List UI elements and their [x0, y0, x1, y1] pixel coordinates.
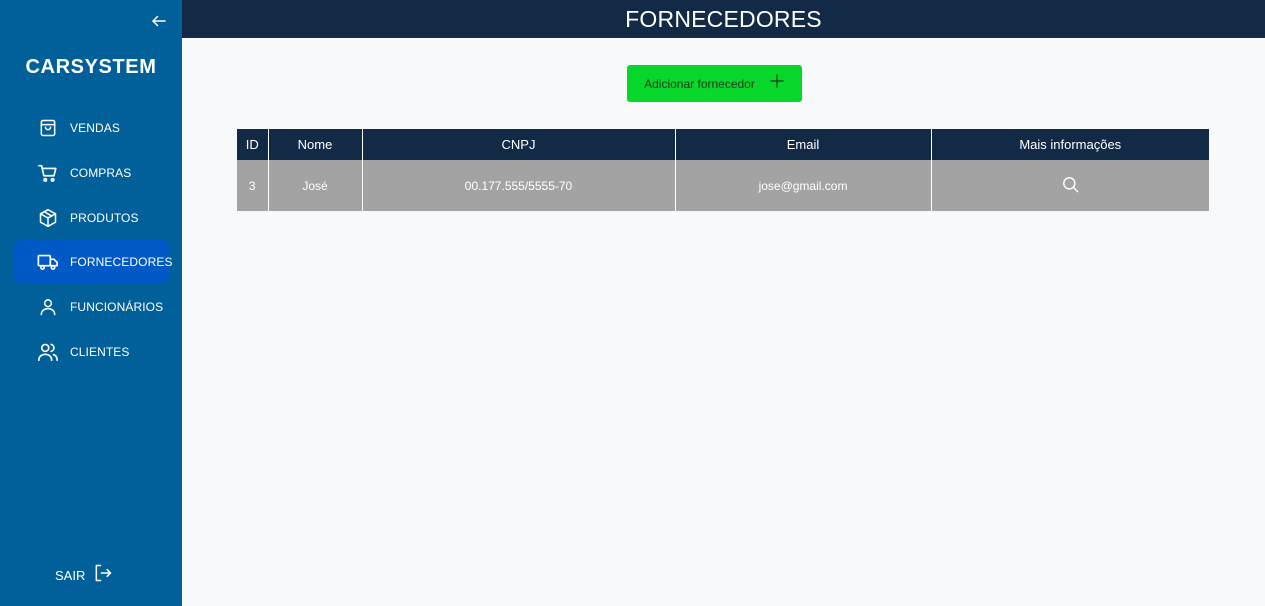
truck-icon: [37, 251, 59, 273]
cell-id: 3: [237, 160, 269, 211]
column-header-cnpj[interactable]: CNPJ: [362, 129, 676, 160]
logout-button[interactable]: SAIR: [55, 563, 113, 588]
table-header-row: ID Nome CNPJ Email Mais informações: [237, 129, 1209, 160]
suppliers-table: ID Nome CNPJ Email Mais informações 3 Jo…: [237, 129, 1209, 211]
sidebar-item-vendas[interactable]: VENDAS: [14, 106, 169, 149]
column-header-nome[interactable]: Nome: [268, 129, 363, 160]
shopping-bag-icon: [37, 117, 59, 139]
brand-logo: CARSYSTEM: [25, 56, 157, 78]
sidebar-item-label: VENDAS: [70, 120, 120, 135]
plus-icon: [769, 73, 785, 94]
column-header-mais-informacoes[interactable]: Mais informações: [931, 129, 1209, 160]
box-icon: [37, 207, 59, 229]
sidebar-item-label: FUNCIONÁRIOS: [70, 299, 164, 314]
page-title: FORNECEDORES: [625, 5, 822, 32]
more-info-button[interactable]: [931, 160, 1209, 211]
sidebar-item-label: PRODUTOS: [70, 210, 139, 225]
cell-email: jose@gmail.com: [675, 160, 932, 211]
sidebar-item-funcionarios[interactable]: FUNCIONÁRIOS: [14, 285, 169, 328]
logout-icon: [93, 563, 113, 588]
sidebar-item-produtos[interactable]: PRODUTOS: [14, 196, 169, 239]
cell-cnpj: 00.177.555/5555-70: [362, 160, 676, 211]
column-header-email[interactable]: Email: [675, 129, 932, 160]
header-bar: FORNECEDORES: [182, 0, 1265, 38]
column-header-id[interactable]: ID: [237, 129, 269, 160]
sidebar: CARSYSTEM VENDAS COMPRAS PRODUTOS FORNEC…: [0, 0, 182, 606]
sidebar-item-label: COMPRAS: [70, 165, 132, 180]
sidebar-item-label: CLIENTES: [70, 344, 130, 359]
sidebar-item-label: FORNECEDORES: [70, 254, 173, 269]
add-supplier-button[interactable]: Adicionar fornecedor: [627, 65, 802, 102]
add-supplier-label: Adicionar fornecedor: [644, 76, 755, 91]
sidebar-item-compras[interactable]: COMPRAS: [14, 151, 169, 194]
user-icon: [37, 296, 59, 318]
collapse-sidebar-button[interactable]: [150, 12, 170, 32]
table-row[interactable]: 3 José 00.177.555/5555-70 jose@gmail.com: [237, 160, 1209, 211]
users-icon: [37, 341, 59, 363]
cell-nome: José: [268, 160, 363, 211]
logout-label: SAIR: [55, 568, 86, 583]
search-icon: [1061, 176, 1080, 197]
arrow-left-icon: [152, 15, 166, 27]
sidebar-item-fornecedores[interactable]: FORNECEDORES: [14, 240, 172, 283]
sidebar-item-clientes[interactable]: CLIENTES: [14, 330, 169, 373]
cart-icon: [37, 162, 59, 184]
